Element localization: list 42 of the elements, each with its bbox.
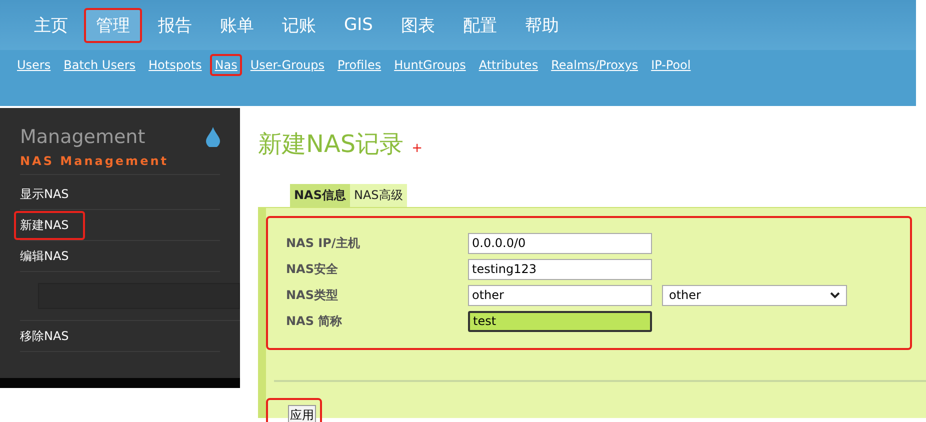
text-field[interactable]: testing123 — [468, 258, 652, 280]
sidebar-link[interactable]: 显示NAS — [14, 180, 85, 208]
sidebar-title: Management — [20, 126, 146, 148]
field-label: NAS类型 — [286, 286, 339, 304]
sidebar-link[interactable]: 移除NAS — [14, 322, 85, 350]
sub-nav-link[interactable]: Nas — [210, 54, 242, 76]
text-field[interactable]: other — [468, 284, 652, 306]
field-label: NAS安全 — [286, 260, 339, 278]
sub-nav-link[interactable]: Realms/Proxys — [546, 54, 644, 76]
main-nav-tab[interactable]: 管理 — [84, 8, 142, 42]
sidebar-subtitle: NAS Management — [20, 154, 220, 175]
main-nav-tab[interactable]: 报告 — [146, 8, 204, 42]
field-label: NAS IP/主机 — [286, 234, 361, 252]
dropdown[interactable]: other — [662, 284, 847, 306]
apply-button[interactable]: 应用 — [288, 405, 316, 422]
sub-nav-link[interactable]: User-Groups — [245, 54, 330, 76]
form-tab[interactable]: NAS高级 — [350, 184, 407, 207]
field-label: NAS 简称 — [286, 312, 344, 330]
chevron-down-icon — [830, 292, 840, 298]
sidebar-link[interactable]: 编辑NAS — [14, 242, 85, 270]
main-nav-tab[interactable]: 记账 — [270, 8, 328, 42]
text-field[interactable]: 0.0.0.0/0 — [468, 232, 652, 254]
sub-nav-link[interactable]: IP-Pool — [646, 54, 696, 76]
sub-nav-link[interactable]: Attributes — [474, 54, 544, 76]
sub-nav-link[interactable]: Batch Users — [58, 54, 141, 76]
sub-nav-link[interactable]: Users — [12, 54, 56, 76]
sidebar-input-field[interactable] — [38, 283, 240, 309]
main-nav-tab[interactable]: 主页 — [22, 8, 80, 42]
sub-nav-link[interactable]: Profiles — [332, 54, 386, 76]
sub-nav-link[interactable]: Hotspots — [144, 54, 207, 76]
sidebar-link[interactable]: 新建NAS — [14, 210, 85, 240]
page-title: 新建NAS记录 — [258, 130, 404, 158]
form-tab[interactable]: NAS信息 — [290, 184, 350, 207]
main-nav-tab[interactable]: 配置 — [450, 8, 509, 42]
plus-mark: + — [412, 141, 423, 156]
text-field[interactable]: test — [468, 310, 652, 332]
main-nav-tab[interactable]: 帮助 — [512, 8, 571, 42]
main-nav-tab[interactable]: 账单 — [208, 8, 266, 42]
main-nav-tab[interactable]: GIS — [332, 9, 385, 41]
main-nav-tab[interactable]: 图表 — [388, 8, 447, 42]
sub-nav-link[interactable]: HuntGroups — [389, 54, 471, 76]
droplet-icon — [206, 127, 220, 147]
